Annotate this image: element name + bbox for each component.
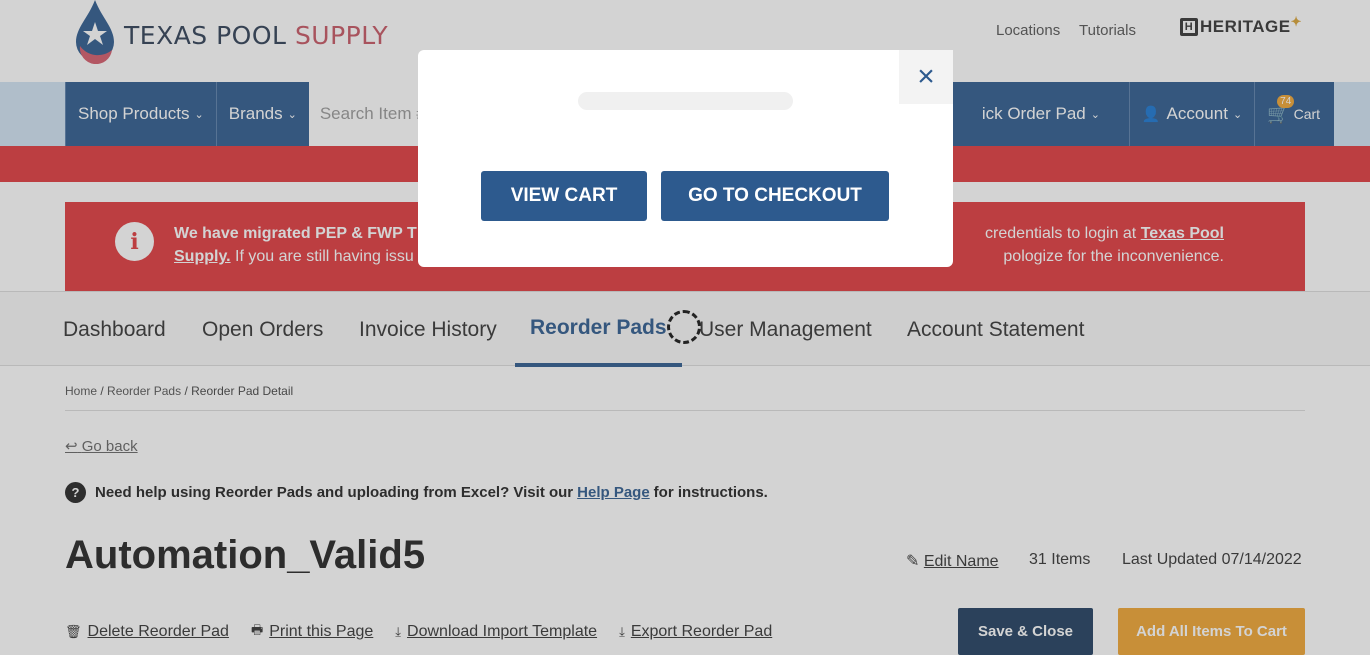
view-cart-button[interactable]: VIEW CART xyxy=(481,171,647,221)
go-to-checkout-button[interactable]: GO TO CHECKOUT xyxy=(661,171,889,221)
loading-placeholder xyxy=(578,92,793,110)
add-to-cart-modal: × VIEW CART GO TO CHECKOUT xyxy=(418,50,953,267)
close-icon[interactable]: × xyxy=(899,50,953,104)
loading-spinner-icon xyxy=(667,310,701,344)
